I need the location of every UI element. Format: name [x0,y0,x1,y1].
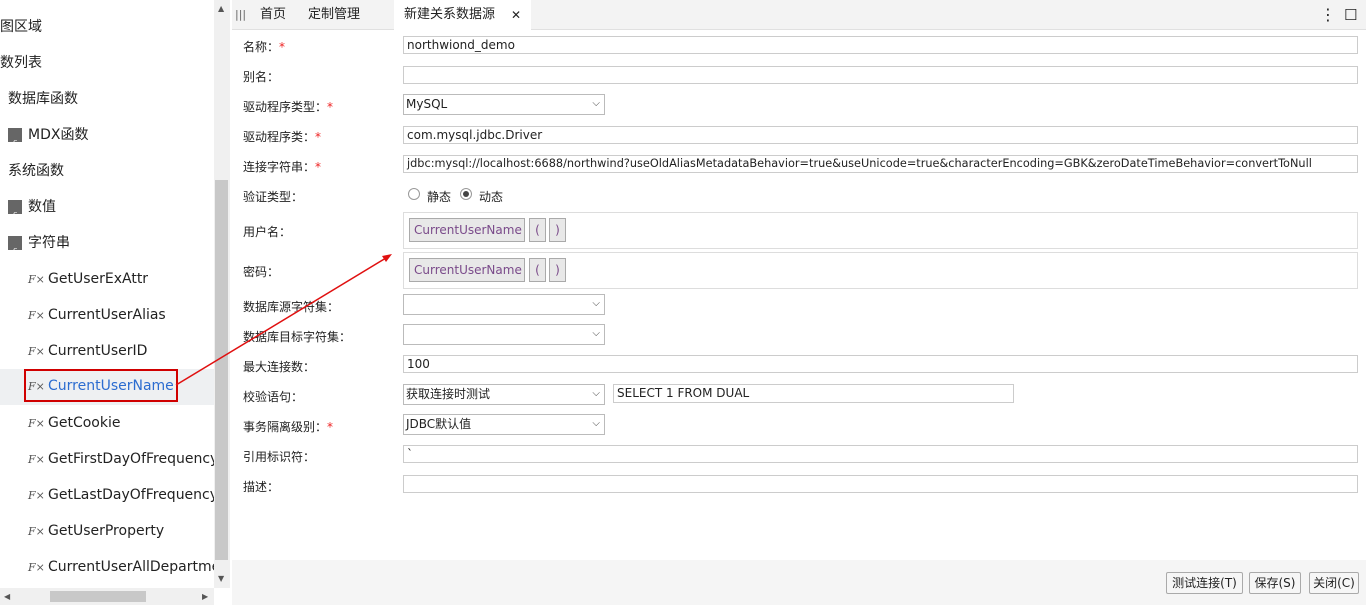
annotation-arrow-overlay [175,254,392,386]
annotation-arrow-head-icon [382,254,392,262]
annotation-arrow-line [175,257,387,386]
